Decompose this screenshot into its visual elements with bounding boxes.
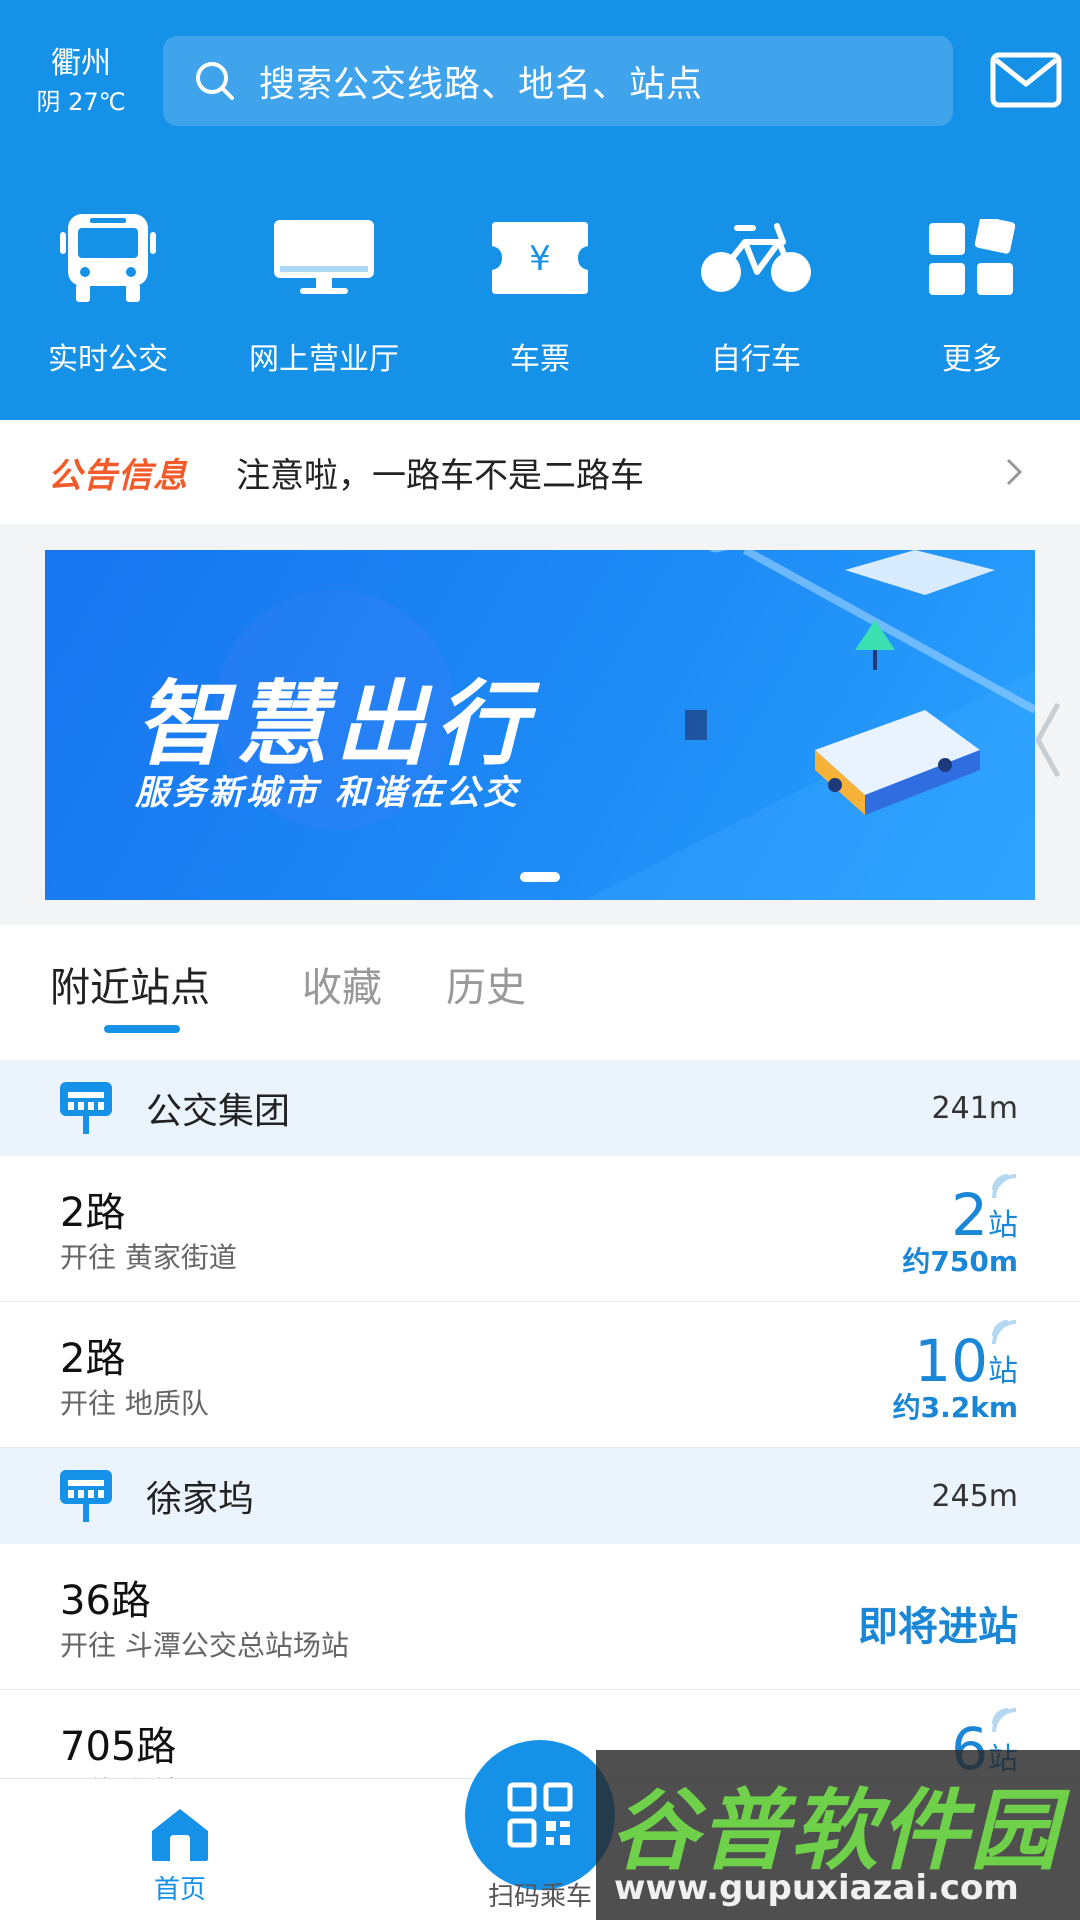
quick-action-label: 实时公交 <box>48 342 168 377</box>
nav-home-label: 首页 <box>153 1875 206 1905</box>
chevron-left-icon[interactable] <box>1032 700 1062 780</box>
route-row[interactable]: 2路 开往 地质队 10站 约3.2km <box>0 1302 1080 1448</box>
station-tabs: 附近站点 收藏 历史 <box>0 925 1080 1060</box>
quick-action-online-hall[interactable]: 网上营业厅 <box>216 210 432 378</box>
stop-name: 公交集团 <box>146 1091 291 1132</box>
route-row[interactable]: 2路 开往 黄家街道 2站 约750m <box>0 1156 1080 1302</box>
bus-stop-icon <box>60 1470 112 1522</box>
route-eta: 10站 约3.2km <box>892 1320 1018 1426</box>
notice-text: 注意啦，一路车不是二路车 <box>236 455 644 496</box>
grid-icon <box>929 219 1016 295</box>
ticket-icon: ¥ <box>492 222 588 294</box>
bus-stop-icon <box>60 1082 112 1134</box>
watermark: 谷普软件园 www.gupuxiazai.com <box>596 1750 1080 1920</box>
tab-history[interactable]: 历史 <box>446 955 526 1013</box>
qr-code-icon <box>507 1782 573 1848</box>
watermark-url: www.gupuxiazai.com <box>614 1868 1019 1908</box>
stop-distance: 241m <box>931 1090 1018 1126</box>
signal-icon <box>992 1708 1017 1733</box>
stop-header[interactable]: 徐家坞 245m <box>0 1448 1080 1544</box>
route-name: 705路 <box>60 1724 177 1770</box>
weather-text: 阴 27℃ <box>36 88 126 116</box>
carousel-indicator <box>520 872 560 882</box>
stop-header[interactable]: 公交集团 241m <box>0 1060 1080 1156</box>
quick-actions: 实时公交 网上营业厅 ¥ 车票 自行车 更多 <box>0 210 1080 378</box>
search-placeholder: 搜索公交线路、地名、站点 <box>259 64 704 105</box>
home-icon <box>152 1809 208 1861</box>
eta-stations: 10 <box>914 1327 988 1395</box>
quick-action-realtime-bus[interactable]: 实时公交 <box>0 210 216 378</box>
quick-action-label: 更多 <box>942 342 1002 377</box>
svg-text:¥: ¥ <box>529 239 551 279</box>
city-name: 衢州 <box>51 46 111 81</box>
nearby-station-list: 公交集团 241m 2路 开往 黄家街道 2站 约750m 2路 开往 地质队 … <box>0 1060 1080 1836</box>
quick-action-label: 网上营业厅 <box>249 342 399 377</box>
banner-title: 智慧出行 <box>135 671 536 778</box>
eta-distance: 约750m <box>902 1245 1018 1278</box>
eta-unit: 站 <box>988 1354 1018 1389</box>
monitor-icon <box>274 220 374 294</box>
search-bar[interactable]: 搜索公交线路、地名、站点 <box>163 36 953 126</box>
route-destination: 开往 地质队 <box>60 1387 209 1420</box>
quick-action-label: 自行车 <box>711 342 801 377</box>
notice-bar[interactable]: 公告信息 注意啦，一路车不是二路车 <box>0 420 1080 524</box>
quick-action-label: 车票 <box>510 342 570 377</box>
bicycle-icon <box>701 223 811 292</box>
banner-subtitle: 服务新城市 和谐在公交 <box>135 773 520 813</box>
nav-home[interactable]: 首页 <box>130 1805 230 1906</box>
eta-distance: 约3.2km <box>892 1391 1018 1424</box>
signal-icon <box>992 1174 1017 1199</box>
stop-distance: 245m <box>931 1478 1018 1514</box>
bus-icon <box>60 214 156 302</box>
notice-tag: 公告信息 <box>48 455 188 496</box>
route-destination: 开往 斗潭公交总站场站 <box>60 1629 349 1662</box>
eta-stations: 2 <box>951 1181 988 1249</box>
city-weather[interactable]: 衢州 阴 27℃ <box>26 44 136 120</box>
app-header: 衢州 阴 27℃ 搜索公交线路、地名、站点 实时公交 网上营业厅 ¥ 车票 自行… <box>0 0 1080 420</box>
quick-action-ticket[interactable]: ¥ 车票 <box>432 210 648 378</box>
route-name: 36路 <box>60 1578 151 1624</box>
tab-favorites[interactable]: 收藏 <box>302 955 382 1013</box>
search-icon <box>196 62 234 100</box>
quick-action-bicycle[interactable]: 自行车 <box>648 210 864 378</box>
arriving-status: 即将进站 <box>858 1604 1018 1650</box>
scan-qr-button[interactable] <box>465 1740 615 1890</box>
route-name: 2路 <box>60 1336 126 1382</box>
tab-nearby[interactable]: 附近站点 <box>50 955 210 1013</box>
route-row[interactable]: 36路 开往 斗潭公交总站场站 即将进站 <box>0 1544 1080 1690</box>
chevron-right-icon <box>1006 458 1023 486</box>
promo-banner[interactable]: 智慧出行 服务新城市 和谐在公交 <box>45 550 1035 900</box>
quick-action-more[interactable]: 更多 <box>864 210 1080 378</box>
mail-icon[interactable] <box>990 52 1062 108</box>
route-name: 2路 <box>60 1190 126 1236</box>
eta-unit: 站 <box>988 1208 1018 1243</box>
tab-indicator <box>104 1025 180 1033</box>
stop-name: 徐家坞 <box>146 1479 255 1520</box>
route-eta: 2站 约750m <box>902 1174 1018 1280</box>
signal-icon <box>992 1320 1017 1345</box>
route-destination: 开往 黄家街道 <box>60 1241 237 1274</box>
